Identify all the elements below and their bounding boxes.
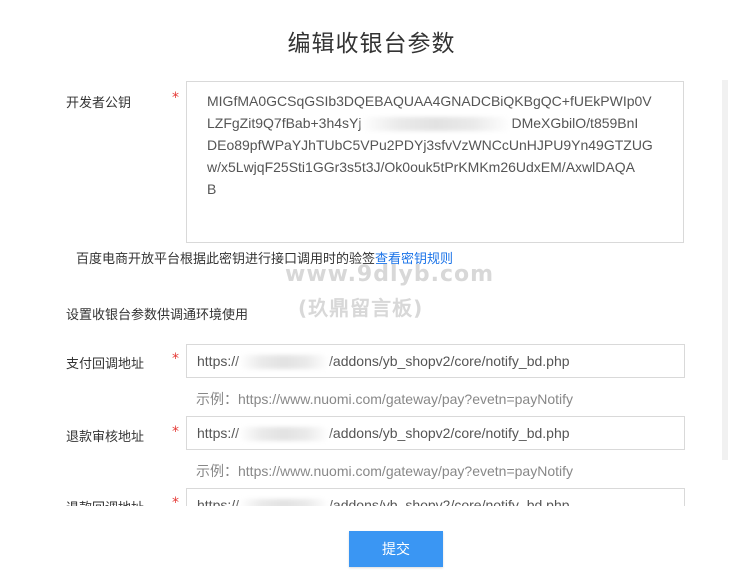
url-prefix: https:// [197,497,240,506]
refund-review-label: 退款审核地址 [66,430,145,445]
url-suffix: /addons/yb_shopv2/core/notify_bd.php [329,425,570,441]
required-marker: * [172,495,179,506]
required-marker: * [172,424,179,440]
redaction-blur [239,427,330,442]
key-line-5: B [207,181,217,197]
developer-key-textarea[interactable]: MIGfMA0GCSqGSIb3DQEBAQUAA4GNADCBiQKBgQC+… [186,81,684,243]
key-line-2-start: LZFgZit9Q7fBab+3h4sYj [207,115,362,131]
url-prefix: https:// [197,425,240,441]
redaction-blur [361,117,512,132]
pay-callback-input[interactable]: https:// /addons/yb_shopv2/core/notify_bd… [186,344,685,378]
section-title: 设置收银台参数供调通环境使用 [66,308,249,323]
url-suffix: /addons/yb_shopv2/core/notify_bd.php [329,353,570,369]
developer-key-label: 开发者公钥 [66,96,132,111]
refund-callback-input[interactable]: https:// /addons/yb_shopv2/core/notify_bd… [186,488,685,506]
url-suffix: /addons/yb_shopv2/core/notify_bd.php [329,497,570,506]
pay-callback-example: 示例：https://www.nuomi.com/gateway/pay?eve… [196,391,574,407]
required-marker: * [172,351,179,367]
submit-button[interactable]: 提交 [349,531,443,567]
watermark-name: (玖鼎留言板) [298,296,424,320]
key-line-3: DEo89pfWPaYJhTUbC5VPu2PDYj3sfvVzWNCcUnHJ… [207,137,653,153]
watermark-url: www.9dlyb.com [285,262,495,287]
redaction-blur [239,499,330,506]
key-line-2: LZFgZit9Q7fBab+3h4sYj DMeXGbilO/t859BnI [207,112,669,134]
url-prefix: https:// [197,353,240,369]
key-line-1: MIGfMA0GCSqGSIb3DQEBAQUAA4GNADCBiQKBgQC+… [207,93,652,109]
form-scroll-area: 开发者公钥 * MIGfMA0GCSqGSIb3DQEBAQUAA4GNADCB… [0,0,743,506]
redaction-blur [239,355,330,370]
key-line-4: w/x5LwjqF25Sti1GGr3s5t3J/Ok0ouk5tPrKMKm2… [207,159,635,175]
refund-callback-label: 退款回调地址 [66,497,144,506]
key-line-2-end: DMeXGbilO/t859BnI [511,115,639,131]
refund-review-input[interactable]: https:// /addons/yb_shopv2/core/notify_bd… [186,416,685,450]
required-marker: * [172,90,179,106]
pay-callback-label: 支付回调地址 [66,357,145,372]
refund-review-example: 示例：https://www.nuomi.com/gateway/pay?eve… [196,463,574,479]
